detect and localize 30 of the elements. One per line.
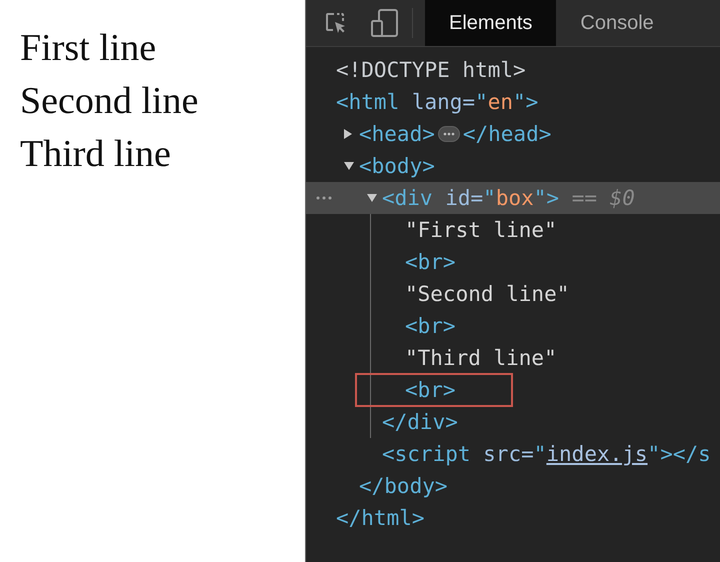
link[interactable]: index.js xyxy=(546,442,648,466)
dom-node-text[interactable]: <div id="box"> == $0 xyxy=(382,186,635,210)
page-text-line: Second line xyxy=(20,79,198,124)
ellipsis-button[interactable] xyxy=(438,126,460,142)
expanded-arrow-icon[interactable] xyxy=(367,194,377,202)
dom-node-text[interactable]: <body> xyxy=(359,154,435,178)
expanded-arrow-icon[interactable] xyxy=(344,162,354,170)
dom-node-text[interactable]: <html lang="en"> xyxy=(336,90,538,114)
panel-tab[interactable]: Elements xyxy=(425,0,556,46)
dom-node-text[interactable]: <br> xyxy=(405,314,456,338)
device-toolbar-icon[interactable] xyxy=(370,8,400,38)
dom-node-text[interactable]: <!DOCTYPE html> xyxy=(336,58,526,82)
page-text-line: First line xyxy=(20,26,156,71)
ellipsis-icon xyxy=(442,132,455,136)
selected-row[interactable]: <div id="box"> == $0 xyxy=(306,182,720,214)
dom-node-text[interactable]: </body> xyxy=(359,474,448,498)
collapsed-arrow-icon[interactable] xyxy=(344,129,352,139)
dom-node-text[interactable]: <head> xyxy=(359,122,435,146)
dom-node-text[interactable]: "Second line" xyxy=(405,282,570,306)
panel-tab[interactable]: Console xyxy=(556,0,678,46)
dom-node-text[interactable]: <script src="index.js"></s xyxy=(382,442,711,466)
dom-node-text[interactable]: "Third line" xyxy=(405,346,557,370)
page-text-line: Third line xyxy=(20,132,171,177)
more-icon[interactable] xyxy=(316,196,332,200)
dom-node-text[interactable]: </html> xyxy=(336,506,425,530)
dom-node-text[interactable]: <br> xyxy=(405,250,456,274)
dom-node-text[interactable]: "First line" xyxy=(405,218,557,242)
dom-node-text[interactable]: <br> xyxy=(355,373,513,407)
dom-node-text[interactable]: </div> xyxy=(382,410,458,434)
dom-node-text[interactable]: </head> xyxy=(462,122,552,146)
